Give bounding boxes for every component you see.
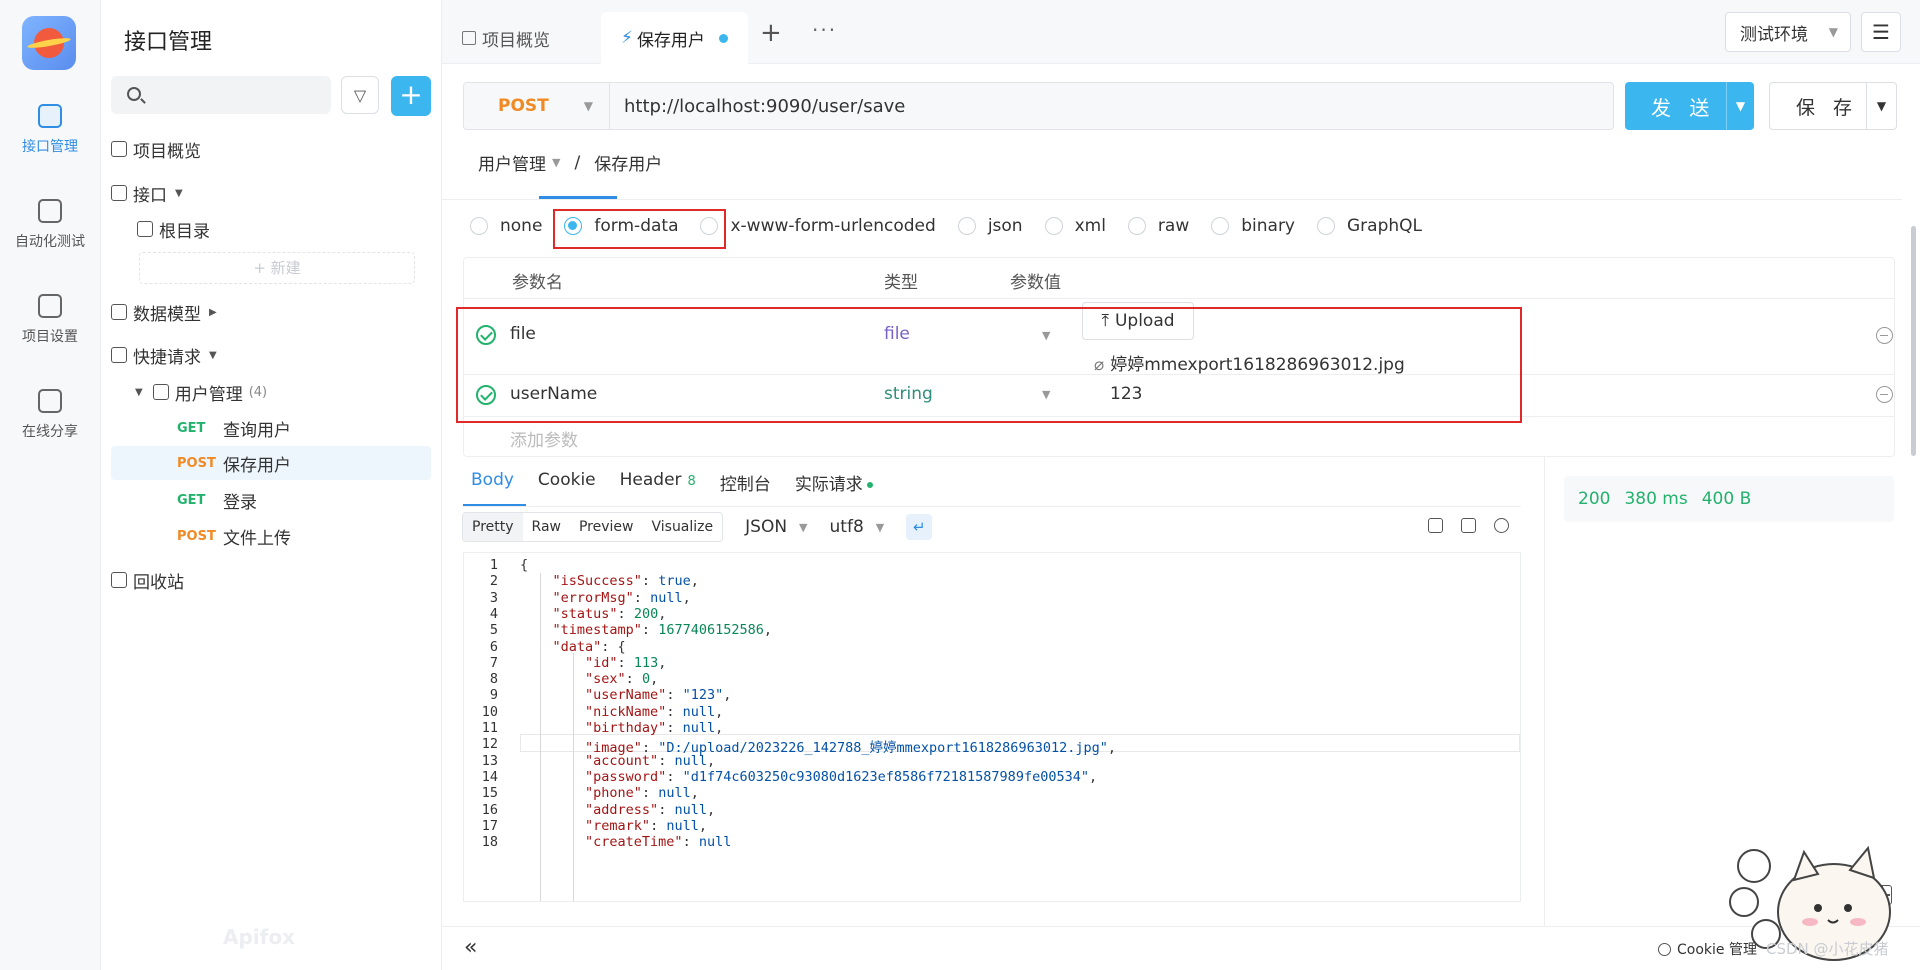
api-icon [38, 104, 62, 128]
folder-icon [137, 221, 153, 237]
radio-xml[interactable]: xml [1044, 216, 1106, 236]
more-tabs-button[interactable]: ··· [812, 18, 837, 42]
api-icon [111, 185, 127, 201]
url-bar: POST ▼ http://localhost:9090/user/save [463, 82, 1614, 130]
sidebar-item-group[interactable]: ▼ 用户管理 (4) [111, 375, 431, 409]
search-input[interactable] [111, 76, 331, 114]
rail-item-automation[interactable]: 自动化测试 [0, 199, 100, 251]
remove-param-icon[interactable] [1876, 386, 1893, 403]
new-button[interactable]: + 新建 [139, 252, 415, 284]
lightning-icon: ⚡ [621, 28, 633, 48]
highlight-box-params [456, 307, 1522, 423]
overview-icon [462, 31, 476, 45]
url-input[interactable]: http://localhost:9090/user/save [610, 96, 905, 117]
scrollbar[interactable] [1911, 226, 1916, 456]
chevron-down-icon[interactable]: ▼ [1726, 82, 1754, 130]
rail-item-api[interactable]: 接口管理 [0, 104, 100, 156]
caret-down-icon: ▼ [209, 349, 217, 361]
folder-icon [152, 384, 169, 400]
automation-icon [38, 199, 62, 223]
api-sidebar: 接口管理 ▽ + 项目概览 接口 ▼ 根目录 + 新建 数据模型 ▶ 快捷请求 ▼ ▼… [101, 0, 442, 970]
sidebar-item-overview[interactable]: 项目概览 [111, 132, 431, 166]
add-tab-button[interactable]: + [760, 18, 782, 48]
rail-item-label: 在线分享 [22, 424, 78, 440]
chevron-down-icon: ▼ [1828, 25, 1838, 39]
tab-save-user[interactable]: ⚡ 保存用户 [601, 12, 748, 64]
search-icon [127, 87, 141, 101]
sidebar-request-item[interactable]: GET 登录 [111, 483, 431, 517]
rail-item-label: 自动化测试 [15, 234, 85, 250]
sidebar-item-interfaces[interactable]: 接口 ▼ [111, 176, 431, 210]
filter-button[interactable]: ▽ [341, 76, 379, 114]
app-logo[interactable] [22, 16, 76, 70]
planet-icon [34, 28, 64, 58]
overview-icon [111, 141, 127, 157]
caret-down-icon: ▼ [175, 187, 183, 199]
filter-icon: ▽ [353, 85, 367, 105]
radio-json[interactable]: json [957, 216, 1023, 236]
left-rail: 接口管理 自动化测试 项目设置 在线分享 [0, 0, 101, 970]
sidebar-request-item[interactable]: GET 查询用户 [111, 411, 431, 445]
column-header-name: 参数名 [512, 273, 563, 293]
sidebar-item-data-model[interactable]: 数据模型 ▶ [111, 295, 431, 329]
main-panel: 项目概览 ⚡ 保存用户 + ··· 测试环境 ▼ ☰ POST ▼ http://lo… [442, 0, 1920, 970]
chevron-down-icon[interactable]: ▼ [1866, 83, 1896, 129]
rail-item-share[interactable]: 在线分享 [0, 389, 100, 441]
quick-request-icon [111, 347, 127, 363]
radio-raw[interactable]: raw [1127, 216, 1189, 236]
method-select[interactable]: POST ▼ [464, 83, 610, 129]
highlight-box-form-data [553, 209, 726, 249]
add-param-input[interactable]: 添加参数 [510, 426, 578, 451]
rail-item-label: 接口管理 [22, 139, 78, 155]
radio-binary[interactable]: binary [1211, 216, 1295, 236]
chevron-down-icon[interactable]: ▼ [552, 156, 560, 169]
csdn-watermark: CSDN @小花皮猪 [1766, 940, 1889, 958]
menu-button[interactable]: ☰ [1861, 12, 1901, 52]
send-button[interactable]: 发 送 ▼ [1625, 82, 1754, 130]
column-header-type: 类型 [884, 273, 918, 293]
divider [442, 199, 1902, 200]
environment-select[interactable]: 测试环境 ▼ [1725, 12, 1851, 52]
sidebar-title: 接口管理 [124, 30, 213, 55]
data-model-icon [111, 304, 127, 320]
tab-overview[interactable]: 项目概览 [442, 12, 570, 64]
sidebar-item-trash[interactable]: 回收站 [111, 563, 431, 597]
sidebar-request-item[interactable]: POST 保存用户 [111, 446, 431, 480]
hamburger-icon: ☰ [1872, 20, 1890, 44]
project-settings-icon [38, 294, 62, 318]
app-window: 接口管理 自动化测试 项目设置 在线分享 接口管理 ▽ + 项目概览 接口 ▼ 根… [0, 0, 1920, 970]
sidebar-item-root-dir[interactable]: 根目录 [111, 212, 431, 246]
add-button[interactable]: + [391, 76, 431, 116]
radio-graphql[interactable]: GraphQL [1317, 216, 1422, 236]
column-header-value: 参数值 [1010, 273, 1061, 293]
radio-none[interactable]: none [470, 216, 542, 236]
unsaved-dot [718, 33, 728, 43]
rail-item-project-settings[interactable]: 项目设置 [0, 294, 100, 346]
apifox-watermark: Apifox [223, 925, 295, 949]
remove-param-icon[interactable] [1876, 327, 1893, 344]
tab-bar: 项目概览 ⚡ 保存用户 + ··· 测试环境 ▼ ☰ [442, 0, 1920, 64]
caret-right-icon: ▶ [209, 306, 217, 318]
sidebar-item-quick-request[interactable]: 快捷请求 ▼ [111, 338, 431, 372]
chevron-down-icon: ▼ [135, 386, 143, 398]
save-button[interactable]: 保 存 ▼ [1769, 82, 1897, 130]
rail-item-label: 项目设置 [22, 329, 78, 345]
radio-urlencoded[interactable]: x-www-form-urlencoded [700, 216, 936, 236]
trash-icon [111, 572, 127, 588]
share-icon [38, 389, 62, 413]
breadcrumb: 用户管理 ▼ / 保存用户 [478, 152, 663, 176]
chevron-down-icon: ▼ [583, 99, 593, 113]
sidebar-request-item[interactable]: POST 文件上传 [111, 519, 431, 553]
